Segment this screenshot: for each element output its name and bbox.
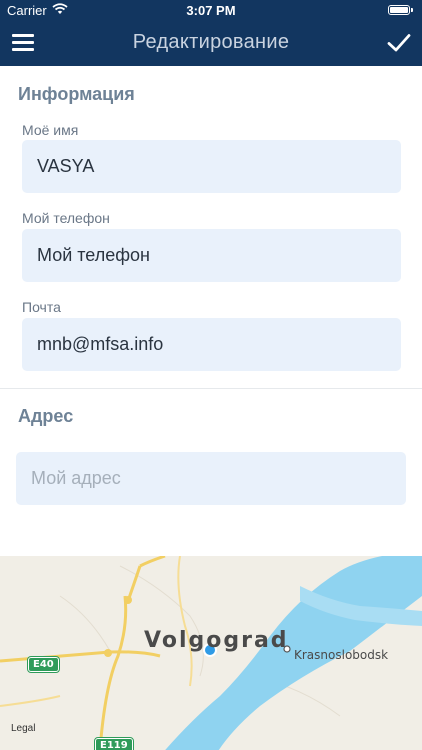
email-label: Почта	[22, 299, 61, 315]
road-shield-e119: E119	[94, 737, 134, 750]
map-legal-link[interactable]: Legal	[11, 723, 35, 734]
page-title: Редактирование	[132, 31, 290, 53]
section-title-address: Адрес	[18, 406, 74, 426]
confirm-checkmark-icon[interactable]	[386, 30, 412, 56]
phone-field[interactable]: Мой телефон	[22, 229, 401, 282]
section-title-info: Информация	[18, 84, 135, 104]
section-divider	[0, 388, 422, 389]
status-time: 3:07 PM	[186, 3, 236, 18]
map-city-label: Volgograd	[144, 628, 289, 653]
map-town-label: Krasnoslobodsk	[294, 648, 389, 662]
name-field[interactable]: VASYA	[22, 140, 401, 193]
name-label: Моё имя	[22, 122, 79, 138]
map-view[interactable]: Volgograd Krasnoslobodsk E40 E119	[0, 556, 422, 750]
status-bar: Carrier 3:07 PM	[0, 0, 422, 22]
email-field[interactable]: mnb@mfsa.info	[22, 318, 401, 371]
nav-bar: Carrier 3:07 PM Редактирование	[0, 0, 422, 66]
phone-label: Мой телефон	[22, 210, 110, 226]
address-field[interactable]: Мой адрес	[16, 452, 406, 505]
battery-icon	[388, 5, 413, 15]
road-shield-e40: E40	[27, 656, 60, 673]
